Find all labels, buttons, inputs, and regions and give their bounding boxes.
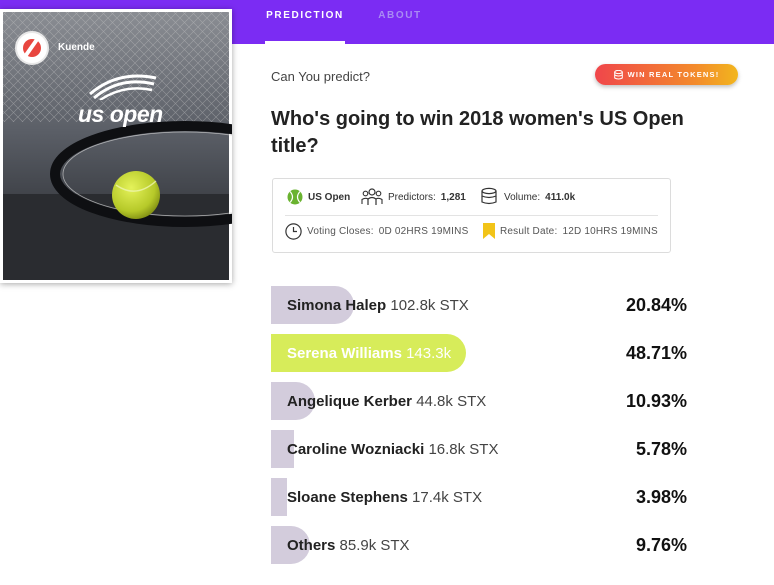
bookmark-icon	[483, 223, 495, 239]
option-volume: 102.8k STX	[390, 297, 469, 314]
category-label: US Open	[308, 191, 351, 203]
kuende-logo-icon	[15, 31, 49, 65]
option-row[interactable]: Simona Halep 102.8k STX 20.84%	[271, 286, 691, 324]
coin-stack-icon	[481, 187, 497, 205]
option-name: Serena Williams	[287, 345, 402, 362]
option-volume: 85.9k STX	[339, 537, 410, 554]
option-label: Serena Williams 143.3k	[287, 345, 451, 362]
brand-name: Kuende	[58, 42, 95, 53]
option-volume: 16.8k STX	[428, 441, 499, 458]
option-label: Simona Halep 102.8k STX	[287, 297, 469, 314]
voting-closes-info: Voting Closes: 0D 02HRS 19MINS	[285, 223, 468, 240]
predictors-info: Predictors: 1,281	[361, 187, 466, 207]
question-title: Who's going to win 2018 women's US Open …	[271, 108, 684, 157]
volume-value: 411.0k	[545, 191, 576, 203]
option-share-bar	[271, 478, 287, 516]
event-logo-text: us open	[78, 101, 163, 127]
event-image-card: Kuende us open	[0, 9, 232, 283]
tab-about[interactable]: ABOUT	[372, 0, 428, 44]
option-name: Sloane Stephens	[287, 489, 408, 506]
option-percent: 10.93%	[625, 391, 687, 411]
tab-prediction-label: PREDICTION	[266, 10, 344, 21]
option-label: Others 85.9k STX	[287, 537, 410, 554]
option-label: Sloane Stephens 17.4k STX	[287, 489, 482, 506]
tennis-ball-icon	[287, 189, 303, 205]
prediction-eyebrow: Can You predict?	[271, 69, 371, 84]
voting-closes-value: 0D 02HRS 19MINS	[378, 226, 469, 237]
option-percent: 20.84%	[625, 295, 687, 315]
option-percent: 9.76%	[635, 535, 687, 555]
option-row[interactable]: Sloane Stephens 17.4k STX 3.98%	[271, 478, 691, 516]
option-name: Simona Halep	[287, 297, 387, 314]
option-row[interactable]: Serena Williams 143.3k 48.71%	[271, 334, 691, 372]
option-name: Angelique Kerber	[287, 393, 413, 410]
option-name: Caroline Wozniacki	[287, 441, 425, 458]
win-real-tokens-button[interactable]: WIN REAL TOKENS!	[595, 64, 738, 85]
coin-stack-icon	[613, 69, 623, 79]
tab-about-label: ABOUT	[378, 10, 422, 21]
option-percent: 5.78%	[635, 439, 687, 459]
tab-prediction[interactable]: PREDICTION	[265, 0, 345, 44]
win-real-tokens-label: WIN REAL TOKENS!	[627, 70, 720, 79]
option-percent: 3.98%	[635, 487, 687, 507]
option-row[interactable]: Angelique Kerber 44.8k STX 10.93%	[271, 382, 691, 420]
option-label: Caroline Wozniacki 16.8k STX	[287, 441, 498, 458]
result-date-value: 12D 10HRS 19MINS	[562, 225, 658, 237]
option-row[interactable]: Caroline Wozniacki 16.8k STX 5.78%	[271, 430, 691, 468]
option-name: Others	[287, 537, 336, 554]
option-label: Angelique Kerber 44.8k STX	[287, 393, 486, 410]
us-open-flame-icon	[89, 74, 157, 100]
active-tab-indicator	[265, 41, 345, 44]
option-row[interactable]: Others 85.9k STX 9.76%	[271, 526, 691, 564]
people-icon	[361, 188, 383, 205]
option-volume: 17.4k STX	[412, 489, 483, 506]
volume-info: Volume: 411.0k	[479, 187, 575, 207]
voting-closes-label: Voting Closes:	[307, 226, 374, 237]
option-volume: 44.8k STX	[416, 393, 487, 410]
option-percent: 48.71%	[625, 343, 687, 363]
category-info: US Open	[287, 189, 350, 205]
volume-label: Volume:	[504, 191, 541, 203]
clock-icon	[285, 223, 302, 240]
predictors-label: Predictors:	[388, 191, 436, 203]
predictors-count: 1,281	[440, 191, 466, 203]
info-divider	[285, 215, 658, 216]
option-volume: 143.3k	[406, 345, 452, 362]
prediction-info-box: US Open Predictors: 1,281 Volume: 411.0k…	[272, 178, 671, 253]
result-date-label: Result Date:	[500, 225, 558, 237]
result-date-info: Result Date: 12D 10HRS 19MINS	[483, 223, 658, 239]
